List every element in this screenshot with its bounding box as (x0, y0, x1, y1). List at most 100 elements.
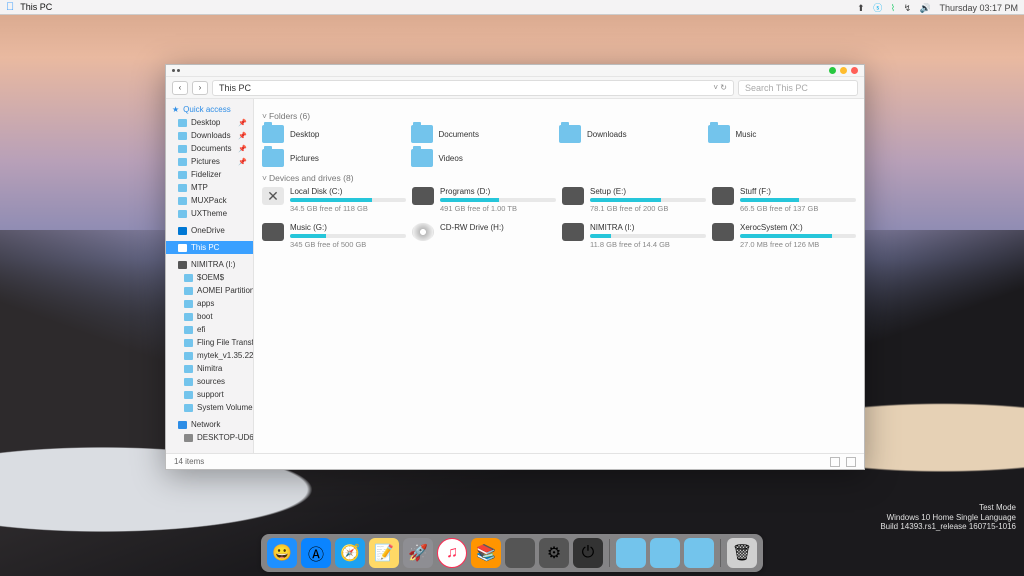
drive[interactable]: XerocSystem (X:)27.0 MB free of 126 MB (712, 223, 856, 249)
folder-icon (262, 125, 284, 143)
back-button[interactable]: ‹ (172, 81, 188, 95)
sidebar-item-pictures[interactable]: Pictures📌 (166, 155, 253, 168)
dock-launchpad-icon[interactable]: 🚀 (403, 538, 433, 568)
drive-icon (712, 223, 734, 241)
drive-free: 78.1 GB free of 200 GB (590, 204, 706, 213)
minimize-button[interactable] (829, 67, 836, 74)
skype-icon[interactable]: ⓢ (873, 3, 882, 13)
drive[interactable]: CD-RW Drive (H:) (412, 223, 556, 249)
sidebar-item-muxpack[interactable]: MUXPack (166, 194, 253, 207)
drive[interactable]: Music (G:)345 GB free of 500 GB (262, 223, 406, 249)
close-button[interactable] (851, 67, 858, 74)
sidebar-item-downloads[interactable]: Downloads📌 (166, 129, 253, 142)
folder-music[interactable]: Music (708, 125, 857, 143)
drive[interactable]: NIMITRA (I:)11.8 GB free of 14.4 GB (562, 223, 706, 249)
drive[interactable]: Programs (D:)491 GB free of 1.00 TB (412, 187, 556, 213)
folder-videos[interactable]: Videos (411, 149, 560, 167)
folder-label: Videos (439, 154, 463, 163)
maximize-button[interactable] (840, 67, 847, 74)
sidebar-onedrive[interactable]: OneDrive (166, 224, 253, 237)
sidebar-item[interactable]: sources (166, 375, 253, 388)
dock-itunes-icon[interactable]: ♫ (437, 538, 467, 568)
sidebar-item-fidelizer[interactable]: Fidelizer (166, 168, 253, 181)
chevron-down-icon[interactable]: ˅ ↻ (713, 83, 727, 92)
dock-notes-icon[interactable]: 📝 (369, 538, 399, 568)
sidebar-item[interactable]: $OEM$ (166, 271, 253, 284)
folder-documents[interactable]: Documents (411, 125, 560, 143)
sidebar-item[interactable]: efi (166, 323, 253, 336)
dock-finder-icon[interactable]: 😀 (267, 538, 297, 568)
address-text: This PC (219, 83, 251, 93)
drive-icon (562, 187, 584, 205)
group-folders[interactable]: ˅Folders (6) (262, 111, 856, 121)
clock[interactable]: Thursday 03:17 PM (939, 3, 1018, 13)
sidebar-item[interactable]: Fling File Transfer St (166, 336, 253, 349)
drive-name: Setup (E:) (590, 187, 706, 196)
menubar-title[interactable]: This PC (20, 2, 52, 12)
sidebar: ★ Quick access Desktop📌Downloads📌Documen… (166, 99, 254, 453)
sidebar-item[interactable]: apps (166, 297, 253, 310)
view-icons-button[interactable] (846, 457, 856, 467)
sidebar-item[interactable]: Nimitra (166, 362, 253, 375)
drive-name: Programs (D:) (440, 187, 556, 196)
group-drives[interactable]: ˅Devices and drives (8) (262, 173, 856, 183)
sidebar-item-mtp[interactable]: MTP (166, 181, 253, 194)
sidebar-quickaccess[interactable]: ★ Quick access (166, 103, 253, 116)
sidebar-item[interactable]: System Volume Info (166, 401, 253, 414)
dock: 😀Ⓐ🧭📝🚀♫📚 ⚙⏻ 🗑 (261, 534, 763, 572)
folder-downloads[interactable]: Downloads (559, 125, 708, 143)
folder-label: Pictures (290, 154, 319, 163)
folder-icon (411, 149, 433, 167)
dock-appstore-icon[interactable]: Ⓐ (301, 538, 331, 568)
drive-name: CD-RW Drive (H:) (440, 223, 556, 232)
drive-name: Local Disk (C:) (290, 187, 406, 196)
toolbar: ‹ › This PC ˅ ↻ Search This PC (166, 77, 864, 99)
tray-icon[interactable]: ↯ (904, 3, 912, 13)
drive-name: NIMITRA (I:) (590, 223, 706, 232)
sidebar-item[interactable]: AOMEI Partition Ass (166, 284, 253, 297)
apple-menu-icon[interactable]:  (6, 1, 14, 13)
sidebar-network[interactable]: Network (166, 418, 253, 431)
sidebar-item-uxtheme[interactable]: UXTheme (166, 207, 253, 220)
folder-pictures[interactable]: Pictures (262, 149, 411, 167)
volume-icon[interactable]: 🔊 (920, 3, 931, 13)
dock-trash-icon[interactable]: 🗑 (727, 538, 757, 568)
folder-icon (262, 149, 284, 167)
search-input[interactable]: Search This PC (738, 80, 858, 96)
usage-bar (740, 234, 856, 238)
folder-label: Desktop (290, 130, 319, 139)
drive[interactable]: Stuff (F:)66.5 GB free of 137 GB (712, 187, 856, 213)
view-details-button[interactable] (830, 457, 840, 467)
sidebar-item[interactable]: mytek_v1.35.22_setu (166, 349, 253, 362)
dock-folder-icon[interactable] (616, 538, 646, 568)
dock-power-icon[interactable]: ⏻ (573, 538, 603, 568)
sidebar-item[interactable]: boot (166, 310, 253, 323)
network-icon[interactable]: ⌇ (891, 3, 895, 13)
titlebar[interactable] (166, 65, 864, 77)
dock-settings-icon[interactable]: ⚙ (539, 538, 569, 568)
folder-desktop[interactable]: Desktop (262, 125, 411, 143)
forward-button[interactable]: › (192, 81, 208, 95)
dock-ibooks-icon[interactable]: 📚 (471, 538, 501, 568)
sidebar-item[interactable]: support (166, 388, 253, 401)
sidebar-drive-nimitra[interactable]: NIMITRA (I:) (166, 258, 253, 271)
dock-siri-icon[interactable] (505, 538, 535, 568)
sidebar-item-documents[interactable]: Documents📌 (166, 142, 253, 155)
tray-icon[interactable]: ⬆ (857, 3, 865, 13)
sidebar-thispc[interactable]: This PC (166, 241, 253, 254)
address-bar[interactable]: This PC ˅ ↻ (212, 80, 734, 96)
dock-folder-icon[interactable] (650, 538, 680, 568)
disc-icon (412, 223, 434, 241)
drive-icon (412, 187, 434, 205)
dock-safari-icon[interactable]: 🧭 (335, 538, 365, 568)
sidebar-item-desktop[interactable]: Desktop📌 (166, 116, 253, 129)
usage-bar (290, 234, 406, 238)
usage-bar (440, 198, 556, 202)
drive[interactable]: ✕Local Disk (C:)34.5 GB free of 118 GB (262, 187, 406, 213)
dock-folder-icon[interactable] (684, 538, 714, 568)
drive[interactable]: Setup (E:) 78.1 GB free of 200 GB (562, 187, 706, 213)
window-menu-icon[interactable] (172, 69, 180, 72)
drive-free: 34.5 GB free of 118 GB (290, 204, 406, 213)
sidebar-network-pc[interactable]: DESKTOP-UD6VV6M (166, 431, 253, 444)
drive-free: 27.0 MB free of 126 MB (740, 240, 856, 249)
